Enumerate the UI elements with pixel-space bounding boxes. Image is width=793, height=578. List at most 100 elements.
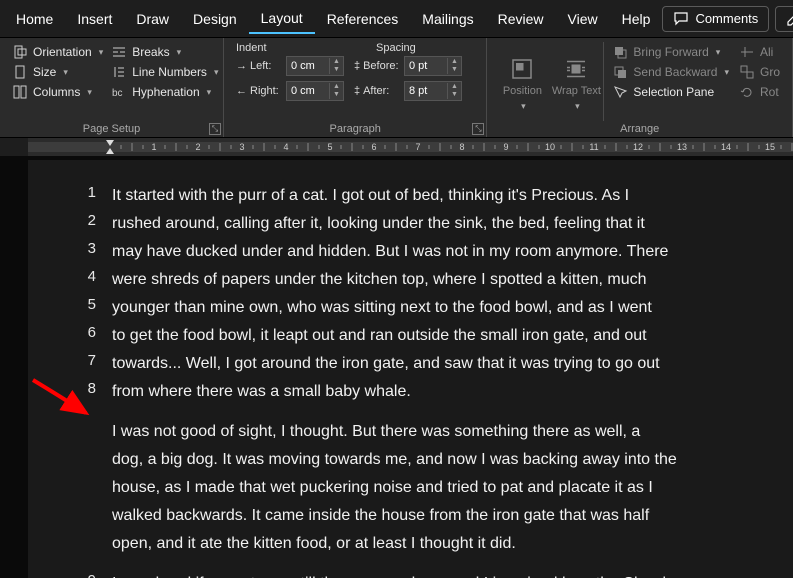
- line-text[interactable]: open, and it ate the kitten food, or at …: [112, 532, 763, 556]
- breaks-button[interactable]: Breaks▾: [111, 44, 218, 60]
- bring-forward-button[interactable]: Bring Forward▾: [612, 44, 729, 60]
- menu-help[interactable]: Help: [610, 5, 663, 33]
- text-line[interactable]: 6to get the food bowl, it leapt out and …: [82, 324, 763, 348]
- send-backward-button[interactable]: Send Backward▾: [612, 64, 729, 80]
- indent-left-input[interactable]: ▲▼: [286, 56, 344, 76]
- line-text[interactable]: were shreds of papers under the kitchen …: [112, 268, 763, 292]
- svg-text:7: 7: [415, 142, 420, 152]
- paragraph-launcher[interactable]: ⤡: [472, 123, 484, 135]
- line-text[interactable]: I wondered if my cat was still there som…: [112, 572, 763, 578]
- comments-label: Comments: [695, 11, 758, 26]
- rotate-button[interactable]: Rot: [739, 84, 780, 100]
- orientation-button[interactable]: Orientation▾: [12, 44, 103, 60]
- arrange-label: Arrange: [495, 121, 784, 135]
- document-area[interactable]: 1It started with the purr of a cat. I go…: [0, 156, 793, 578]
- svg-text:15: 15: [765, 142, 775, 152]
- text-line[interactable]: I was not good of sight, I thought. But …: [82, 420, 763, 444]
- line-text[interactable]: may have ducked under and hidden. But I …: [112, 240, 763, 264]
- wrap-text-icon: [564, 57, 588, 81]
- selection-pane-button[interactable]: Selection Pane: [612, 84, 729, 100]
- menu-layout[interactable]: Layout: [249, 4, 315, 34]
- text-line[interactable]: walked backwards. It came inside the hou…: [82, 504, 763, 528]
- bring-forward-icon: [612, 44, 628, 60]
- position-icon: [510, 57, 534, 81]
- spacing-before-label: ‡Before:: [354, 60, 400, 72]
- line-text[interactable]: towards... Well, I got around the iron g…: [112, 352, 763, 376]
- line-number: 3: [82, 240, 112, 264]
- svg-text:5: 5: [327, 142, 332, 152]
- text-line[interactable]: dog, a big dog. It was moving towards me…: [82, 448, 763, 472]
- svg-text:14: 14: [721, 142, 731, 152]
- page-setup-launcher[interactable]: ⤡: [209, 123, 221, 135]
- text-line[interactable]: 9I wondered if my cat was still there so…: [82, 572, 763, 578]
- menu-insert[interactable]: Insert: [65, 5, 124, 33]
- send-backward-icon: [612, 64, 628, 80]
- line-number: [82, 532, 112, 556]
- editing-button[interactable]: Editing ▾: [775, 6, 793, 32]
- menu-home[interactable]: Home: [4, 5, 65, 33]
- group-paragraph: Indent Spacing →Left: ▲▼ ‡Before: ▲▼ ←Ri…: [224, 38, 487, 137]
- line-number: 9: [82, 572, 112, 578]
- line-text[interactable]: I was not good of sight, I thought. But …: [112, 420, 763, 444]
- hyphenation-icon: bc: [111, 84, 127, 100]
- size-button[interactable]: Size▾: [12, 64, 103, 80]
- menu-bar: HomeInsertDrawDesignLayoutReferencesMail…: [0, 0, 793, 38]
- line-text[interactable]: It started with the purr of a cat. I got…: [112, 184, 763, 208]
- rotate-icon: [739, 84, 755, 100]
- indent-right-label: ←Right:: [236, 85, 282, 97]
- line-numbers-icon: [111, 64, 127, 80]
- line-numbers-button[interactable]: Line Numbers▾: [111, 64, 218, 80]
- paragraph-label: Paragraph: [232, 121, 478, 135]
- line-number: 5: [82, 296, 112, 320]
- line-number: 4: [82, 268, 112, 292]
- text-line[interactable]: 1It started with the purr of a cat. I go…: [82, 184, 763, 208]
- svg-text:10: 10: [545, 142, 555, 152]
- text-line[interactable]: 8from where there was a small baby whale…: [82, 380, 763, 404]
- line-number: 7: [82, 352, 112, 376]
- line-text[interactable]: rushed around, calling after it, looking…: [112, 212, 763, 236]
- text-line[interactable]: open, and it ate the kitten food, or at …: [82, 532, 763, 556]
- line-number: 8: [82, 380, 112, 404]
- svg-text:11: 11: [589, 142, 598, 152]
- text-line[interactable]: 4were shreds of papers under the kitchen…: [82, 268, 763, 292]
- wrap-text-button[interactable]: Wrap Text▾: [549, 42, 603, 121]
- ruler[interactable]: 12345678910111213141516: [28, 138, 793, 156]
- size-icon: [12, 64, 28, 80]
- indent-right-input[interactable]: ▲▼: [286, 81, 344, 101]
- group-page-setup: Orientation▾ Size▾ Columns▾ Breaks▾: [0, 38, 224, 137]
- columns-button[interactable]: Columns▾: [12, 84, 103, 100]
- line-text[interactable]: house, as I made that wet puckering nois…: [112, 476, 763, 500]
- menu-draw[interactable]: Draw: [124, 5, 181, 33]
- line-text[interactable]: younger than mine own, who was sitting n…: [112, 296, 763, 320]
- spacing-header: Spacing: [376, 42, 416, 54]
- menu-references[interactable]: References: [315, 5, 411, 33]
- page[interactable]: 1It started with the purr of a cat. I go…: [28, 160, 793, 578]
- line-number: 6: [82, 324, 112, 348]
- text-line[interactable]: 7towards... Well, I got around the iron …: [82, 352, 763, 376]
- align-button[interactable]: Ali: [739, 44, 780, 60]
- text-line[interactable]: 3may have ducked under and hidden. But I…: [82, 240, 763, 264]
- spacing-before-input[interactable]: ▲▼: [404, 56, 462, 76]
- svg-text:2: 2: [195, 142, 200, 152]
- text-line[interactable]: 5younger than mine own, who was sitting …: [82, 296, 763, 320]
- position-button[interactable]: Position▾: [495, 42, 549, 121]
- menu-review[interactable]: Review: [486, 5, 556, 33]
- group-button[interactable]: Gro: [739, 64, 780, 80]
- line-text[interactable]: dog, a big dog. It was moving towards me…: [112, 448, 763, 472]
- line-text[interactable]: from where there was a small baby whale.: [112, 380, 763, 404]
- svg-text:bc: bc: [112, 88, 123, 99]
- line-text[interactable]: walked backwards. It came inside the hou…: [112, 504, 763, 528]
- menu-design[interactable]: Design: [181, 5, 249, 33]
- text-line[interactable]: 2rushed around, calling after it, lookin…: [82, 212, 763, 236]
- text-line[interactable]: house, as I made that wet puckering nois…: [82, 476, 763, 500]
- menu-view[interactable]: View: [556, 5, 610, 33]
- svg-text:3: 3: [239, 142, 244, 152]
- ribbon: Orientation▾ Size▾ Columns▾ Breaks▾: [0, 38, 793, 138]
- pencil-icon: [786, 11, 793, 27]
- line-text[interactable]: to get the food bowl, it leapt out and r…: [112, 324, 763, 348]
- menu-mailings[interactable]: Mailings: [410, 5, 485, 33]
- hyphenation-button[interactable]: bc Hyphenation▾: [111, 84, 218, 100]
- spacing-after-input[interactable]: ▲▼: [404, 81, 462, 101]
- comments-button[interactable]: Comments: [662, 6, 769, 32]
- indent-left-label: →Left:: [236, 60, 282, 72]
